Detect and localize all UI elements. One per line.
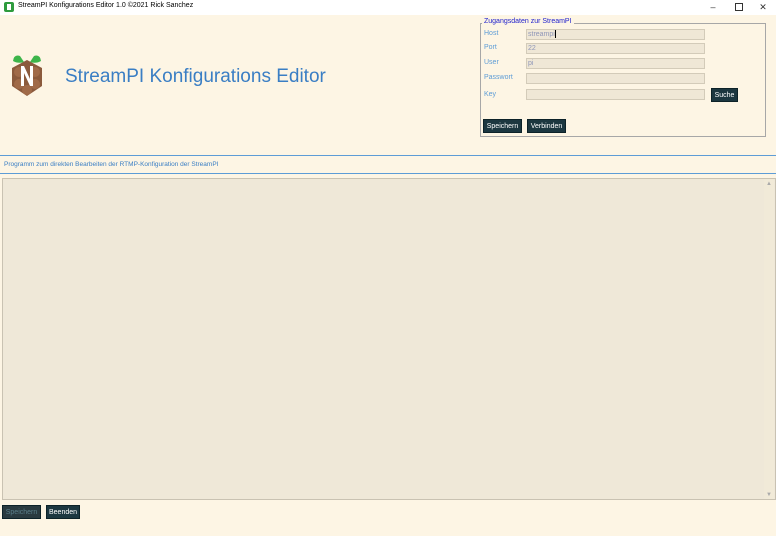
- password-input[interactable]: [526, 73, 705, 84]
- search-button[interactable]: Suche: [711, 88, 738, 102]
- config-editor[interactable]: [2, 178, 776, 500]
- text-cursor: [554, 30, 556, 39]
- page-heading: StreamPI Konfigurations Editor: [65, 66, 326, 87]
- close-button[interactable]: ✕: [750, 0, 776, 15]
- port-label: Port: [484, 44, 497, 51]
- maximize-button[interactable]: [726, 0, 752, 15]
- editor-scrollbar[interactable]: [764, 179, 774, 499]
- key-label: Key: [484, 91, 497, 98]
- divider: [0, 155, 776, 156]
- key-input[interactable]: [526, 89, 705, 100]
- maximize-icon: [735, 3, 743, 11]
- connection-legend: Zugangsdaten zur StreamPI: [482, 18, 574, 25]
- user-label: User: [484, 59, 499, 66]
- divider: [0, 173, 776, 174]
- quit-button[interactable]: Beenden: [46, 505, 80, 519]
- port-input[interactable]: 22: [526, 43, 705, 54]
- scroll-down-icon[interactable]: ▼: [764, 491, 774, 499]
- host-value: streampi: [528, 31, 555, 38]
- raspberry-logo-icon: [12, 55, 42, 96]
- window-title: StreamPI Konfigurations Editor 1.0 ©2021…: [18, 2, 194, 9]
- password-label: Passwort: [484, 74, 513, 81]
- minimize-button[interactable]: –: [700, 0, 726, 15]
- connect-button[interactable]: Verbinden: [527, 119, 566, 133]
- window-titlebar: StreamPI Konfigurations Editor 1.0 ©2021…: [0, 0, 776, 15]
- app-icon: [4, 2, 14, 12]
- host-label: Host: [484, 30, 499, 37]
- footer-save-button[interactable]: Speichern: [2, 505, 41, 519]
- info-text: Programm zum direkten Bearbeiten der RTM…: [4, 161, 219, 168]
- scroll-up-icon[interactable]: ▲: [764, 180, 774, 188]
- host-input[interactable]: streampi: [526, 29, 705, 40]
- connection-save-button[interactable]: Speichern: [483, 119, 522, 133]
- user-input[interactable]: pi: [526, 58, 705, 69]
